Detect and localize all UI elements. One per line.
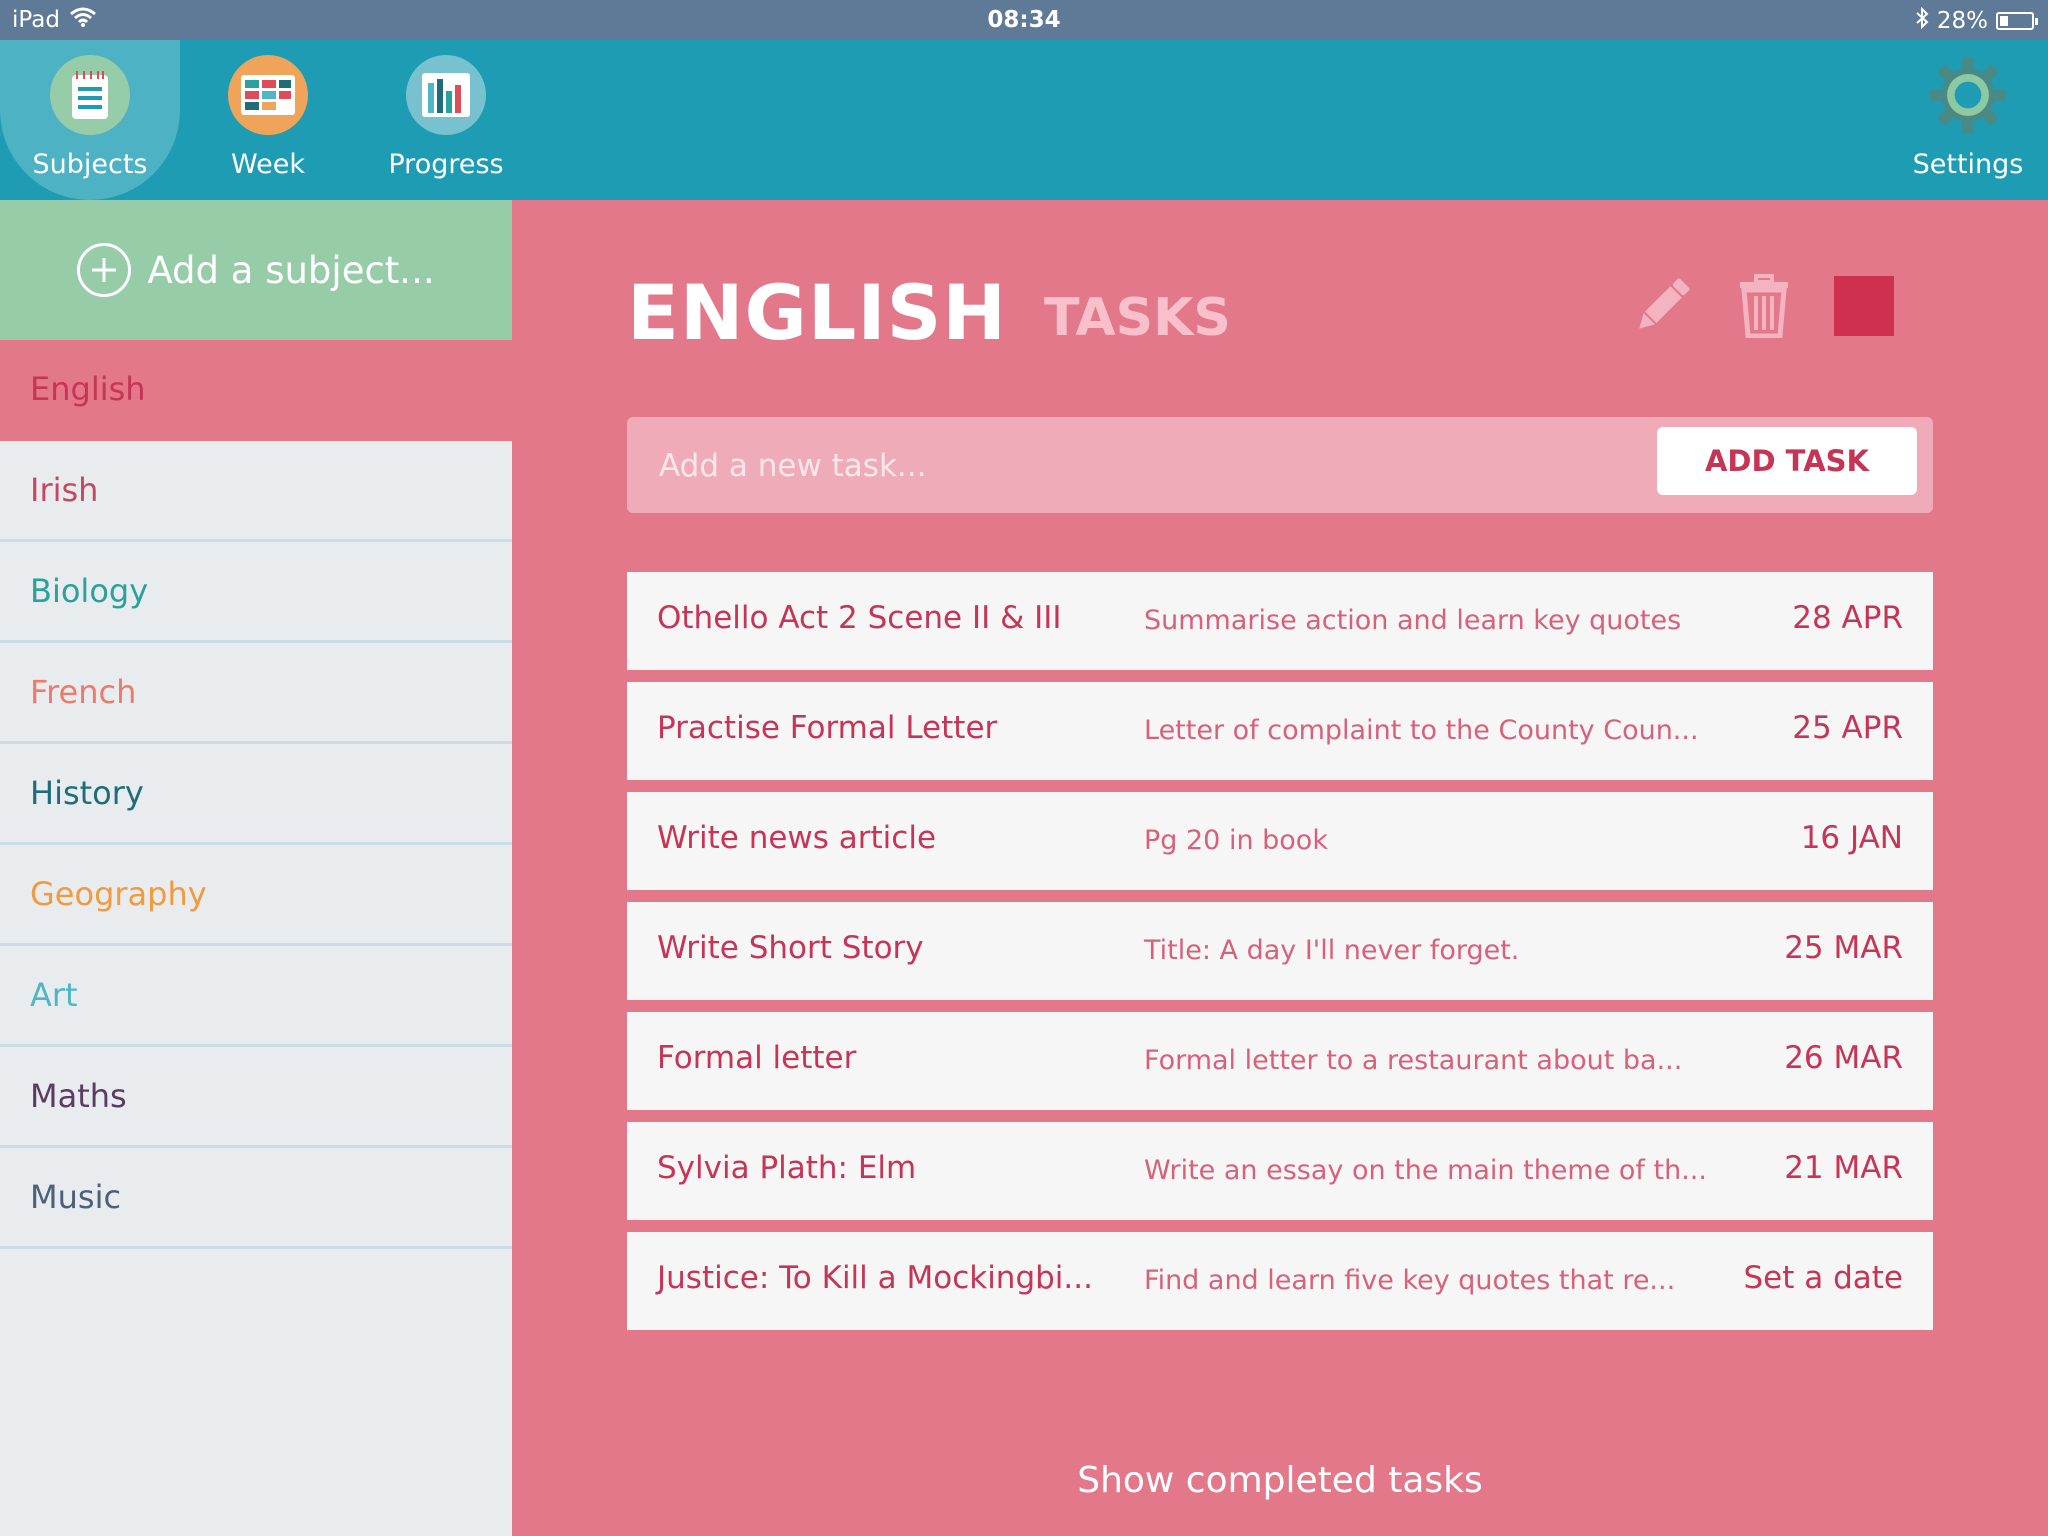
subject-title: ENGLISH (627, 268, 1007, 357)
sidebar-item-label: Maths (30, 1077, 127, 1115)
sidebar-item-art[interactable]: Art (0, 946, 512, 1047)
top-nav: Subjects Week Progress Settings (0, 40, 2048, 200)
task-list: Othello Act 2 Scene II & III Summarise ac… (627, 572, 1933, 1342)
bluetooth-icon (1915, 6, 1929, 35)
nav-subjects-label: Subjects (32, 149, 148, 180)
status-bar: iPad 08:34 28% (0, 0, 2048, 40)
nav-settings-label: Settings (1912, 149, 2024, 180)
clock: 08:34 (987, 7, 1061, 33)
subjects-icon (50, 55, 130, 135)
task-date[interactable]: 16 JAN (1801, 820, 1903, 856)
nav-week-label: Week (231, 149, 305, 180)
battery-fill (2000, 16, 2009, 26)
task-title: Write news article (657, 820, 937, 856)
task-title: Write Short Story (657, 930, 924, 966)
sidebar-item-geography[interactable]: Geography (0, 845, 512, 946)
sidebar-item-label: History (30, 774, 144, 812)
new-task-bar: ADD TASK (627, 417, 1933, 513)
task-row[interactable]: Othello Act 2 Scene II & III Summarise ac… (627, 572, 1933, 670)
sidebar-item-label: Art (30, 976, 78, 1014)
sidebar-item-label: English (30, 370, 146, 408)
gear-icon (1928, 55, 2008, 135)
task-desc: Summarise action and learn key quotes (1144, 605, 1682, 636)
add-task-button[interactable]: ADD TASK (1657, 427, 1917, 495)
task-date[interactable]: 25 APR (1792, 710, 1903, 746)
subject-color-swatch[interactable] (1834, 276, 1894, 336)
task-row[interactable]: Write Short Story Title: A day I'll never… (627, 902, 1933, 1000)
task-desc: Title: A day I'll never forget. (1144, 935, 1520, 966)
task-title: Practise Formal Letter (657, 710, 998, 746)
sidebar-item-label: Music (30, 1178, 122, 1216)
sidebar-item-label: Geography (30, 875, 207, 913)
task-row[interactable]: Sylvia Plath: Elm Write an essay on the m… (627, 1122, 1933, 1220)
task-row[interactable]: Write news article Pg 20 in book 16 JAN (627, 792, 1933, 890)
sidebar-item-french[interactable]: French (0, 643, 512, 744)
task-title: Othello Act 2 Scene II & III (657, 600, 1062, 636)
calendar-grid-icon (228, 55, 308, 135)
add-subject-label: Add a subject... (147, 248, 435, 292)
task-title: Sylvia Plath: Elm (657, 1150, 917, 1186)
bar-chart-icon (406, 55, 486, 135)
subject-list: English Irish Biology French History Geograph… (0, 340, 512, 1249)
task-title: Formal letter (657, 1040, 857, 1076)
task-desc: Find and learn five key quotes that re..… (1144, 1265, 1676, 1296)
sidebar-item-maths[interactable]: Maths (0, 1047, 512, 1148)
add-subject-button[interactable]: Add a subject... (0, 200, 512, 340)
sidebar-item-label: Biology (30, 572, 149, 610)
task-desc: Letter of complaint to the County Coun..… (1144, 715, 1699, 746)
task-row[interactable]: Practise Formal Letter Letter of complain… (627, 682, 1933, 780)
sidebar-item-history[interactable]: History (0, 744, 512, 845)
trash-icon[interactable] (1738, 274, 1790, 342)
nav-settings[interactable]: Settings (1878, 40, 2048, 200)
sidebar-item-label: Irish (30, 471, 99, 509)
task-date[interactable]: 28 APR (1792, 600, 1903, 636)
task-date[interactable]: Set a date (1743, 1260, 1903, 1296)
tab-tasks[interactable]: TASKS (1044, 288, 1231, 348)
task-desc: Pg 20 in book (1144, 825, 1328, 856)
new-task-input[interactable] (657, 439, 1621, 493)
sidebar-item-biology[interactable]: Biology (0, 542, 512, 643)
plus-circle-icon (77, 243, 132, 297)
edit-pencil-icon[interactable] (1630, 274, 1694, 342)
battery-icon (1996, 12, 2038, 30)
task-row[interactable]: Formal letter Formal letter to a restaura… (627, 1012, 1933, 1110)
task-date[interactable]: 25 MAR (1784, 930, 1903, 966)
nav-week[interactable]: Week (178, 40, 358, 200)
sidebar-item-english[interactable]: English (0, 340, 512, 441)
nav-progress-label: Progress (388, 149, 504, 180)
task-desc: Formal letter to a restaurant about ba..… (1144, 1045, 1683, 1076)
task-date[interactable]: 26 MAR (1784, 1040, 1903, 1076)
task-date[interactable]: 21 MAR (1784, 1150, 1903, 1186)
subject-detail: ENGLISH TASKS ADD TASK Othello Act 2 Sce… (512, 200, 2048, 1536)
battery-percent: 28% (1936, 8, 1988, 34)
task-row[interactable]: Justice: To Kill a Mockingbi... Find and … (627, 1232, 1933, 1330)
nav-progress[interactable]: Progress (356, 40, 536, 200)
task-desc: Write an essay on the main theme of th..… (1144, 1155, 1707, 1186)
sidebar-item-label: French (30, 673, 137, 711)
sidebar-item-irish[interactable]: Irish (0, 441, 512, 542)
sidebar-item-music[interactable]: Music (0, 1148, 512, 1249)
nav-subjects[interactable]: Subjects (0, 40, 180, 200)
subjects-sidebar: Add a subject... English Irish Biology Fren… (0, 200, 512, 1536)
task-title: Justice: To Kill a Mockingbi... (657, 1260, 1093, 1296)
show-completed-tasks-link[interactable]: Show completed tasks (512, 1460, 2048, 1501)
